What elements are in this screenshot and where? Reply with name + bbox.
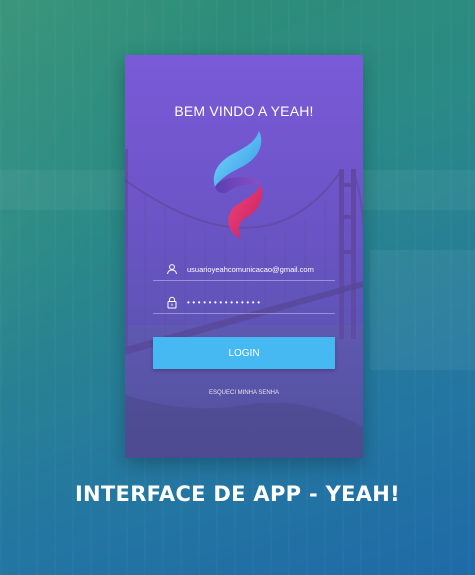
- app-screen: BEM VINDO A YEAH! usuarioyeahcomunicacao…: [125, 55, 363, 458]
- login-button[interactable]: LOGIN: [153, 337, 335, 369]
- welcome-title: BEM VINDO A YEAH!: [174, 103, 314, 119]
- email-input[interactable]: usuarioyeahcomunicacao@gmail.com: [187, 265, 314, 274]
- background-shape: [370, 250, 475, 370]
- password-field[interactable]: ••••••••••••••: [153, 291, 335, 314]
- password-input[interactable]: ••••••••••••••: [187, 298, 263, 307]
- email-field[interactable]: usuarioyeahcomunicacao@gmail.com: [153, 258, 335, 281]
- lock-icon: [163, 293, 181, 311]
- page-caption: INTERFACE DE APP - YEAH!: [74, 482, 401, 506]
- yeah-logo-icon: [213, 131, 263, 239]
- user-icon: [163, 260, 181, 278]
- forgot-password-link[interactable]: ESQUECI MINHA SENHA: [125, 390, 363, 396]
